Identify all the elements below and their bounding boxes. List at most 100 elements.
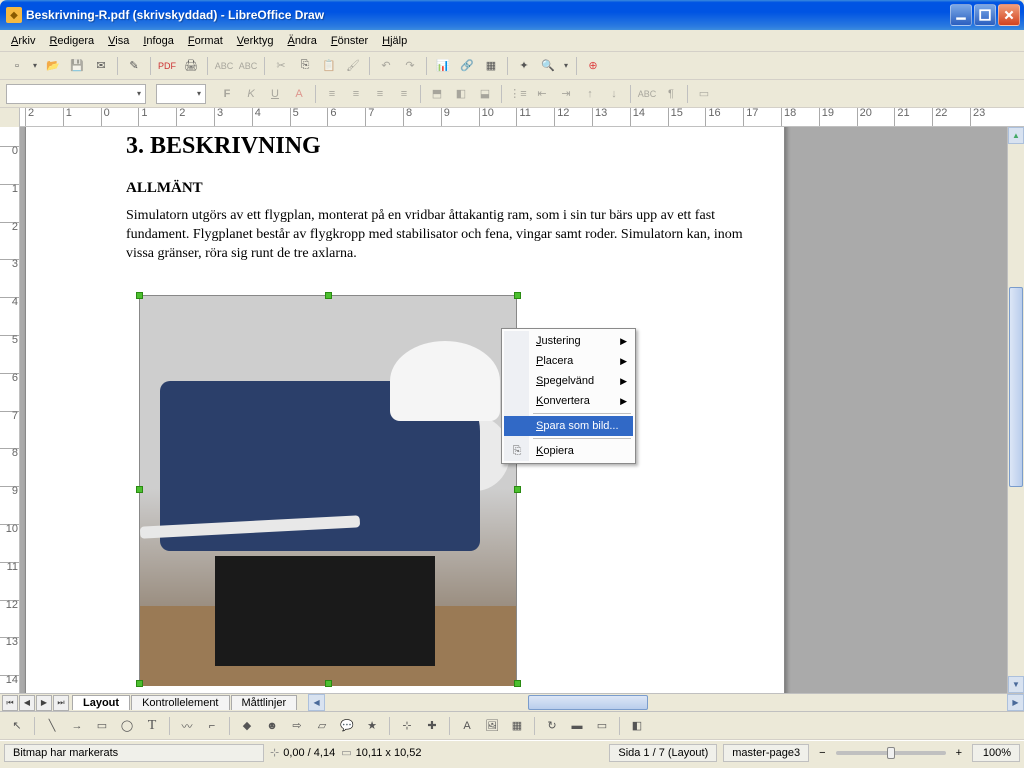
ellipse-tool[interactable]: ◯	[116, 715, 138, 737]
horizontal-scrollbar[interactable]: ◀ ▶	[308, 694, 1024, 711]
stars-tool[interactable]: ★	[361, 715, 383, 737]
export-pdf-button[interactable]: PDF	[156, 55, 178, 77]
extrusion-tool[interactable]: ◧	[626, 715, 648, 737]
symbols-tool[interactable]: ☻	[261, 715, 283, 737]
curve-tool[interactable]: 〰	[176, 715, 198, 737]
para-button[interactable]: ¶	[660, 83, 682, 105]
line-tool[interactable]: ╲	[41, 715, 63, 737]
tab-måttlinjer[interactable]: Måttlinjer	[231, 695, 298, 710]
bullets-button[interactable]: ⋮≡	[507, 83, 529, 105]
menu-ändra[interactable]: Ändra	[280, 33, 323, 49]
menu-verktyg[interactable]: Verktyg	[230, 33, 281, 49]
align-justify-button[interactable]: ≡	[393, 83, 415, 105]
gallery-tool[interactable]: ▦	[506, 715, 528, 737]
handle-ne[interactable]	[514, 292, 521, 299]
zoom-in-button[interactable]: +	[952, 747, 966, 759]
handle-s[interactable]	[325, 680, 332, 687]
redo-button[interactable]: ↷	[399, 55, 421, 77]
zoom-out-button[interactable]: −	[815, 747, 829, 759]
autospell-button[interactable]: ABC	[237, 55, 259, 77]
email-button[interactable]: ✉	[90, 55, 112, 77]
handle-w[interactable]	[136, 486, 143, 493]
cut-button[interactable]: ✂	[270, 55, 292, 77]
navigator-button[interactable]: ✦	[513, 55, 535, 77]
pointer-tool[interactable]: ↖	[6, 715, 28, 737]
align-center-button[interactable]: ≡	[345, 83, 367, 105]
prev-page-button[interactable]: ◀	[19, 695, 35, 711]
hyperlink-button[interactable]: 🔗	[456, 55, 478, 77]
connector-tool[interactable]: ⌐	[201, 715, 223, 737]
menu-fönster[interactable]: Fönster	[324, 33, 375, 49]
arrange-tool[interactable]: ▭	[591, 715, 613, 737]
undo-button[interactable]: ↶	[375, 55, 397, 77]
scroll-right-button[interactable]: ▶	[1007, 694, 1024, 711]
arrow-tool[interactable]: →	[66, 715, 88, 737]
menu-redigera[interactable]: Redigera	[42, 33, 101, 49]
first-page-button[interactable]: ⏮	[2, 695, 18, 711]
ctx-spegelv-nd[interactable]: Spegelvänd▶	[504, 371, 633, 391]
ctx-konvertera[interactable]: Konvertera▶	[504, 391, 633, 411]
handle-nw[interactable]	[136, 292, 143, 299]
gluepoints-tool[interactable]: ✚	[421, 715, 443, 737]
new-button[interactable]: ▫	[6, 55, 28, 77]
copy-button[interactable]: ⎘	[294, 55, 316, 77]
moveup-button[interactable]: ↑	[579, 83, 601, 105]
save-button[interactable]: 💾	[66, 55, 88, 77]
handle-sw[interactable]	[136, 680, 143, 687]
new-dropdown[interactable]: ▾	[30, 55, 40, 77]
zoom-value[interactable]: 100%	[972, 744, 1020, 762]
font-color-button[interactable]: A	[288, 83, 310, 105]
zoom-button[interactable]: 🔍	[537, 55, 559, 77]
font-size-combo[interactable]: ▾	[156, 84, 206, 104]
format-paint-button[interactable]: 🖌	[342, 55, 364, 77]
paste-button[interactable]: 📋	[318, 55, 340, 77]
arrows-tool[interactable]: ⇨	[286, 715, 308, 737]
zoom-dropdown[interactable]: ▾	[561, 55, 571, 77]
shapes-tool[interactable]: ◆	[236, 715, 258, 737]
menu-visa[interactable]: Visa	[101, 33, 136, 49]
open-button[interactable]: 📂	[42, 55, 64, 77]
maximize-button[interactable]	[974, 4, 996, 26]
zoom-slider[interactable]	[836, 751, 946, 755]
last-page-button[interactable]: ⏭	[53, 695, 69, 711]
flowchart-tool[interactable]: ▱	[311, 715, 333, 737]
close-button[interactable]	[998, 4, 1020, 26]
valign-bottom-button[interactable]: ⬓	[474, 83, 496, 105]
spellcheck-button[interactable]: ABC	[213, 55, 235, 77]
bold-button[interactable]: F	[216, 83, 238, 105]
font-name-combo[interactable]: ▾	[6, 84, 146, 104]
minimize-button[interactable]	[950, 4, 972, 26]
callouts-tool[interactable]: 💬	[336, 715, 358, 737]
rect-tool[interactable]: ▭	[91, 715, 113, 737]
align-right-button[interactable]: ≡	[369, 83, 391, 105]
rotate-tool[interactable]: ↻	[541, 715, 563, 737]
status-master[interactable]: master-page3	[723, 744, 809, 762]
handle-se[interactable]	[514, 680, 521, 687]
fontwork-tool[interactable]: A	[456, 715, 478, 737]
menu-infoga[interactable]: Infoga	[136, 33, 181, 49]
menu-arkiv[interactable]: Arkiv	[4, 33, 42, 49]
italic-button[interactable]: K	[240, 83, 262, 105]
handle-n[interactable]	[325, 292, 332, 299]
demote-button[interactable]: ⇥	[555, 83, 577, 105]
underline-button[interactable]: U	[264, 83, 286, 105]
menu-format[interactable]: Format	[181, 33, 230, 49]
scroll-down-button[interactable]: ▼	[1008, 676, 1024, 693]
tab-layout[interactable]: Layout	[72, 695, 130, 710]
next-page-button[interactable]: ▶	[36, 695, 52, 711]
valign-top-button[interactable]: ⬒	[426, 83, 448, 105]
status-page[interactable]: Sida 1 / 7 (Layout)	[609, 744, 717, 762]
stack-button[interactable]: ▭	[693, 83, 715, 105]
ctx-placera[interactable]: Placera▶	[504, 351, 633, 371]
scroll-left-button[interactable]: ◀	[308, 694, 325, 711]
hscroll-thumb[interactable]	[528, 695, 648, 710]
points-tool[interactable]: ⊹	[396, 715, 418, 737]
print-button[interactable]: 🖨	[180, 55, 202, 77]
ctx-kopiera[interactable]: ⎘Kopiera	[504, 441, 633, 461]
promote-button[interactable]: ⇤	[531, 83, 553, 105]
tab-kontrollelement[interactable]: Kontrollelement	[131, 695, 229, 710]
scroll-up-button[interactable]: ▲	[1008, 127, 1024, 144]
align-left-button[interactable]: ≡	[321, 83, 343, 105]
text-tool[interactable]: T	[141, 715, 163, 737]
help-button[interactable]: ⊕	[582, 55, 604, 77]
